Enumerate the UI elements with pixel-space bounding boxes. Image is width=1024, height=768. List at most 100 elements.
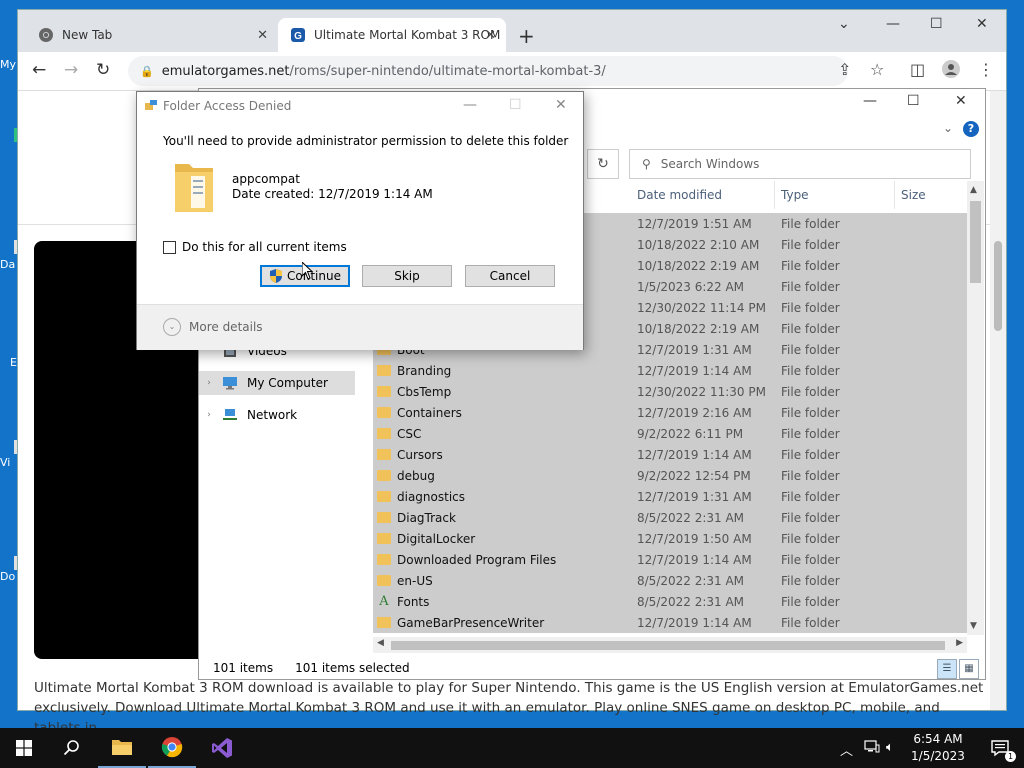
row-name: GameBarPresenceWriter [397,615,545,630]
table-row[interactable]: Branding 12/7/2019 1:14 AM File folder [373,360,967,381]
tab-new-tab[interactable]: New Tab ✕ [26,18,278,52]
table-row[interactable]: en-US 8/5/2022 2:31 AM File folder [373,570,967,591]
desktop-icon-label[interactable]: My [0,58,16,71]
volume-icon[interactable]: 🔈︎ [886,740,894,755]
table-row[interactable]: debug 9/2/2022 12:54 PM File folder [373,465,967,486]
start-button[interactable] [0,728,48,768]
search-input[interactable]: ⚲ Search Windows [629,149,971,179]
row-type: File folder [781,426,840,441]
apply-to-all-checkbox[interactable] [163,240,176,254]
table-row[interactable]: A Fonts 8/5/2022 2:31 AM File folder [373,591,967,612]
side-panel-icon[interactable]: ◫ [910,60,925,79]
maximize-icon[interactable]: ☐ [907,93,920,109]
file-list-scrollbar[interactable]: ▲ ▼ [967,181,984,635]
expand-chevron-icon[interactable]: › [199,378,219,388]
row-name: CSC [397,426,422,441]
chrome-taskbar-button[interactable] [148,728,196,768]
url-text[interactable]: emulatorgames.net/roms/super-nintendo/ul… [162,64,606,79]
row-name-cell: A Fonts [377,594,429,609]
system-clock[interactable]: 6:54 AM 1/5/2023 [905,731,971,765]
scroll-thumb[interactable] [994,241,1002,331]
scroll-right-icon[interactable]: ▶ [956,638,963,648]
row-name: Branding [397,363,452,378]
folder-icon [377,491,391,502]
more-details-toggle[interactable]: ⌄ More details [163,318,263,336]
desktop-icon-label[interactable]: E [10,356,17,369]
row-name-cell: CSC [377,427,421,441]
maximize-icon[interactable]: ☐ [930,16,943,32]
table-row[interactable]: Downloaded Program Files 12/7/2019 1:14 A… [373,549,967,570]
folder-icon [377,365,391,376]
expand-ribbon-icon[interactable]: ⌄ [943,121,953,135]
desktop-icon-label[interactable]: Vi [0,456,10,469]
table-row[interactable]: Containers 12/7/2019 2:16 AM File folder [373,402,967,423]
table-row[interactable]: DigitalLocker 12/7/2019 1:50 AM File folde… [373,528,967,549]
desktop-icon-label[interactable]: Do [0,570,15,583]
close-tab-icon[interactable]: ✕ [257,28,268,43]
desktop-icon-label[interactable]: Da [0,258,15,271]
tab-ultimate-mortal-kombat[interactable]: G Ultimate Mortal Kombat 3 ROM ✕ [278,18,506,52]
page-scrollbar[interactable] [990,91,1006,710]
show-hidden-icons-icon[interactable]: ︿ [840,740,853,759]
tab-search-icon[interactable]: ⌄ [838,16,850,32]
folder-icon [377,470,391,481]
nav-item-network[interactable]: › Network [199,403,355,427]
table-row[interactable]: DiagTrack 8/5/2022 2:31 AM File folder [373,507,967,528]
horizontal-scrollbar[interactable]: ◀ ▶ [373,637,967,653]
row-date: 10/18/2022 2:10 AM [637,237,760,252]
row-name: Fonts [397,594,430,609]
expand-chevron-icon[interactable]: › [199,410,219,420]
folder-icon [377,449,391,460]
skip-button[interactable]: Skip [362,265,452,287]
action-center-button[interactable]: 1 [976,728,1024,768]
close-icon[interactable]: ✕ [555,97,567,113]
scroll-up-icon[interactable]: ▲ [970,185,977,195]
profile-avatar-icon[interactable] [942,60,960,82]
tab-strip: New Tab ✕ G Ultimate Mortal Kombat 3 ROM… [18,10,1006,52]
new-tab-icon[interactable]: + [518,24,535,48]
table-row[interactable]: diagnostics 12/7/2019 1:31 AM File folder [373,486,967,507]
search-taskbar-button[interactable] [48,728,96,768]
column-size[interactable]: Size [895,181,967,209]
minimize-icon[interactable]: — [886,16,900,32]
cancel-button[interactable]: Cancel [465,265,555,287]
share-icon[interactable]: ⇪ [838,60,851,79]
table-row[interactable]: CbsTemp 12/30/2022 11:30 PM File folder [373,381,967,402]
minimize-icon[interactable]: — [463,97,477,113]
details-view-icon[interactable]: ☰ [937,659,957,679]
menu-kebab-icon[interactable]: ⋮ [978,60,994,79]
close-icon[interactable]: ✕ [976,16,988,32]
tab-title: Ultimate Mortal Kombat 3 ROM [314,28,501,42]
help-icon[interactable]: ? [963,121,979,137]
table-row[interactable]: CSC 9/2/2022 6:11 PM File folder [373,423,967,444]
address-bar[interactable]: 🔒 emulatorgames.net/roms/super-nintendo/… [128,56,848,86]
lock-icon[interactable]: 🔒 [140,65,154,78]
column-date-modified[interactable]: Date modified [631,181,775,209]
row-type: File folder [781,279,840,294]
large-icons-view-icon[interactable]: ▦ [959,659,979,679]
row-type: File folder [781,552,840,567]
bookmark-star-icon[interactable]: ☆ [870,60,884,79]
minimize-icon[interactable]: — [863,93,877,109]
close-tab-icon[interactable]: ✕ [485,28,496,43]
network-status-icon[interactable] [864,740,880,758]
folder-icon [377,428,391,439]
table-row[interactable]: Cursors 12/7/2019 1:14 AM File folder [373,444,967,465]
nav-item-my-computer[interactable]: › My Computer [199,371,355,395]
refresh-icon[interactable]: ↻ [587,149,619,179]
table-row[interactable]: GameBarPresenceWriter 12/7/2019 1:14 AM Fi… [373,612,967,633]
close-icon[interactable]: ✕ [955,93,967,109]
row-name-cell: Branding [377,364,451,378]
reload-icon[interactable]: ↻ [96,60,110,80]
folder-icon [377,554,391,565]
back-icon[interactable]: ← [32,60,46,80]
scroll-thumb[interactable] [970,201,981,283]
scroll-left-icon[interactable]: ◀ [377,638,384,648]
forward-icon[interactable]: → [64,60,78,80]
visual-studio-taskbar-button[interactable] [198,728,246,768]
column-type[interactable]: Type [775,181,895,209]
scroll-thumb[interactable] [391,641,945,650]
apply-to-all-checkbox-row[interactable]: Do this for all current items [163,240,347,254]
file-explorer-taskbar-button[interactable] [98,728,146,768]
scroll-down-icon[interactable]: ▼ [970,621,977,631]
